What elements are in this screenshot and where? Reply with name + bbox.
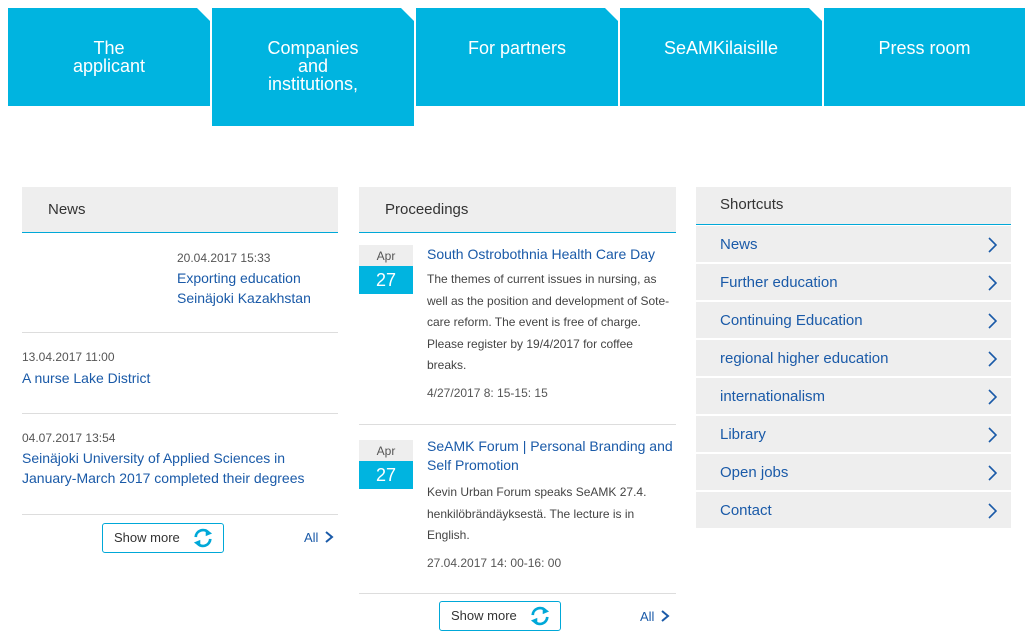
event-time: 27.04.2017 14: 00-16: 00 xyxy=(427,556,562,570)
shortcut-library[interactable]: Library xyxy=(696,415,1011,452)
date-day: 27 xyxy=(359,461,413,489)
all-label: All xyxy=(304,530,319,545)
tab-label: SeAMKilaisille xyxy=(663,38,779,58)
chevron-right-icon xyxy=(988,313,997,329)
tab-corner xyxy=(401,8,414,21)
shortcut-continuing-education[interactable]: Continuing Education xyxy=(696,301,1011,338)
shortcut-label: Open jobs xyxy=(720,464,789,481)
refresh-icon xyxy=(530,606,550,626)
shortcut-label: Contact xyxy=(720,502,772,519)
date-month: Apr xyxy=(359,440,413,461)
tab-label: Press room xyxy=(878,38,971,58)
tab-label: For partners xyxy=(467,38,567,58)
news-link[interactable]: Seinäjoki University of Applied Sciences… xyxy=(22,448,338,488)
news-link[interactable]: A nurse Lake District xyxy=(22,368,338,388)
divider xyxy=(22,413,338,414)
shortcut-regional-higher-education[interactable]: regional higher education xyxy=(696,339,1011,376)
tab-label: Companies and institutions, xyxy=(267,38,359,94)
chevron-right-icon xyxy=(988,351,997,367)
shortcut-label: Further education xyxy=(720,274,838,291)
shortcut-further-education[interactable]: Further education xyxy=(696,263,1011,300)
chevron-right-icon xyxy=(988,465,997,481)
news-date: 13.04.2017 11:00 xyxy=(22,350,115,364)
event-description: Kevin Urban Forum speaks SeAMK 27.4. hen… xyxy=(427,485,647,542)
shortcuts-header: Shortcuts xyxy=(696,187,1011,225)
refresh-icon xyxy=(193,528,213,548)
all-proceedings-link[interactable]: All xyxy=(640,609,671,624)
shortcut-news[interactable]: News xyxy=(696,225,1011,262)
list-item: 04.07.2017 13:54 Seinäjoki University of… xyxy=(22,430,338,488)
chevron-right-icon xyxy=(988,503,997,519)
show-more-label: Show more xyxy=(114,530,180,545)
tab-corner xyxy=(605,8,618,21)
shortcut-internationalism[interactable]: internationalism xyxy=(696,377,1011,414)
news-link[interactable]: Exporting education Seinäjoki Kazakhstan xyxy=(177,268,347,308)
shortcut-label: Library xyxy=(720,426,766,443)
divider xyxy=(22,514,338,515)
news-date: 04.07.2017 13:54 xyxy=(22,431,116,445)
chevron-right-icon xyxy=(988,275,997,291)
date-day: 27 xyxy=(359,266,413,294)
tab-seamkilaisille[interactable]: SeAMKilaisille xyxy=(620,8,822,106)
tab-corner xyxy=(809,8,822,21)
all-label: All xyxy=(640,609,655,624)
date-badge: Apr 27 xyxy=(359,245,413,294)
chevron-right-icon xyxy=(988,427,997,443)
all-news-link[interactable]: All xyxy=(304,530,335,545)
divider xyxy=(359,424,676,425)
list-item: 13.04.2017 11:00 A nurse Lake District xyxy=(22,349,338,388)
divider xyxy=(359,593,676,594)
chevron-right-icon xyxy=(988,237,997,253)
show-more-label: Show more xyxy=(451,608,517,623)
tab-applicant[interactable]: The applicant xyxy=(8,8,210,106)
event-description: The themes of current issues in nursing,… xyxy=(427,272,670,372)
chevron-right-icon xyxy=(988,389,997,405)
event-title[interactable]: SeAMK Forum | Personal Branding and Self… xyxy=(427,437,675,475)
shortcut-label: internationalism xyxy=(720,388,826,405)
event-time: 4/27/2017 8: 15-15: 15 xyxy=(427,386,548,400)
tab-corner xyxy=(197,8,210,21)
list-item: 20.04.2017 15:33 Exporting education Sei… xyxy=(177,250,347,308)
shortcut-label: Continuing Education xyxy=(720,312,863,329)
shortcut-label: regional higher education xyxy=(720,350,889,367)
shortcut-label: News xyxy=(720,236,758,253)
news-date: 20.04.2017 15:33 xyxy=(177,251,271,265)
date-badge: Apr 27 xyxy=(359,440,413,489)
shortcut-contact[interactable]: Contact xyxy=(696,491,1011,528)
date-month: Apr xyxy=(359,245,413,266)
divider xyxy=(22,332,338,333)
chevron-right-icon xyxy=(325,531,335,543)
event-title[interactable]: South Ostrobothnia Health Care Day xyxy=(427,245,675,264)
shortcut-open-jobs[interactable]: Open jobs xyxy=(696,453,1011,490)
chevron-right-icon xyxy=(661,610,671,622)
news-header: News xyxy=(22,187,338,233)
show-more-button[interactable]: Show more xyxy=(439,601,561,631)
tab-label: The applicant xyxy=(72,38,146,76)
tab-partners[interactable]: For partners xyxy=(416,8,618,106)
proceedings-header: Proceedings xyxy=(359,187,676,233)
tab-companies[interactable]: Companies and institutions, xyxy=(212,8,414,126)
show-more-button[interactable]: Show more xyxy=(102,523,224,553)
tab-press-room[interactable]: Press room xyxy=(824,8,1025,106)
